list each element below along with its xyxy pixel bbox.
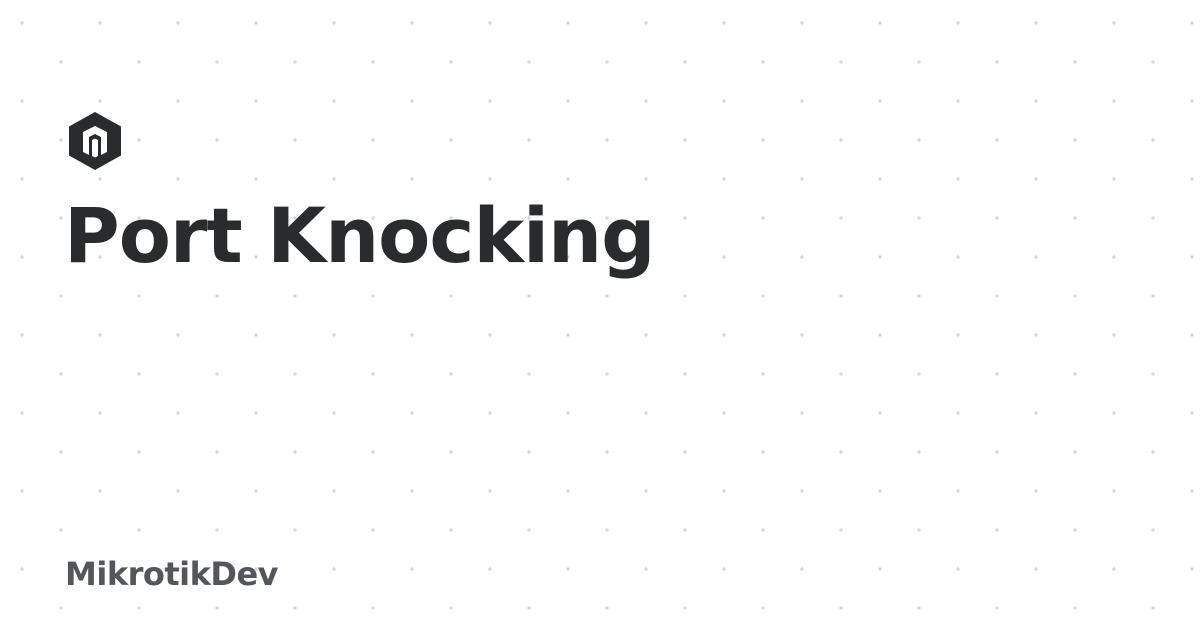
social-card: Port Knocking MikrotikDev	[0, 0, 1200, 630]
brand-name: MikrotikDev	[65, 555, 279, 593]
mikrotik-logo-icon	[69, 112, 121, 170]
page-title: Port Knocking	[64, 191, 656, 280]
